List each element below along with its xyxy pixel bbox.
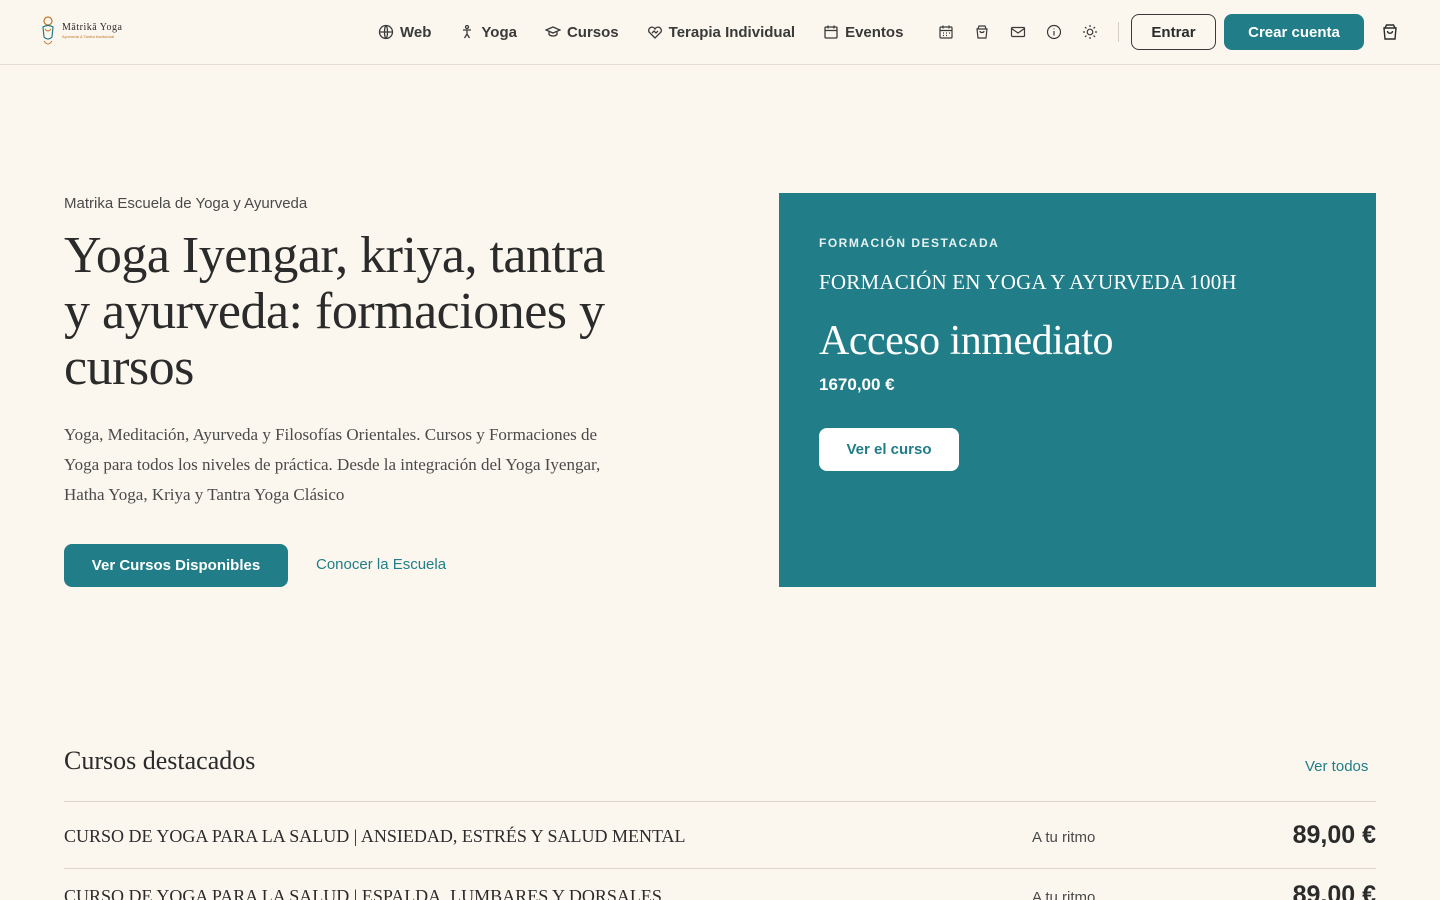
info-icon[interactable]	[1046, 24, 1062, 40]
brand-logo[interactable]: Mātrikā Yoga Ayurveda & Tantra tradicion…	[40, 15, 122, 47]
nav-label-yoga: Yoga	[481, 23, 517, 41]
know-school-link[interactable]: Conocer la Escuela	[316, 556, 446, 573]
calendar-icon	[824, 25, 838, 39]
heart-hand-icon	[647, 26, 662, 39]
nav-label-eventos: Eventos	[845, 23, 904, 41]
person-icon	[463, 24, 472, 39]
nav-item-terapia[interactable]: Terapia Individual	[647, 24, 795, 41]
view-course-button[interactable]: Ver el curso	[819, 428, 959, 471]
graduation-cap-icon	[544, 26, 561, 37]
hero-eyebrow: Matrika Escuela de Yoga y Ayurveda	[64, 195, 308, 212]
view-all-link[interactable]: Ver todos	[1305, 758, 1368, 775]
signup-button[interactable]: Crear cuenta	[1224, 14, 1364, 50]
course-row[interactable]: CURSO DE YOGA PARA LA SALUD | ESPALDA, L…	[64, 862, 1376, 900]
login-button[interactable]: Entrar	[1131, 14, 1216, 50]
main-nav: Web Yoga Cursos Terapia Individual Event…	[378, 20, 931, 44]
featured-courses-title: Cursos destacados	[64, 746, 256, 775]
nav-label-web: Web	[400, 23, 432, 41]
calendar-icon[interactable]	[938, 24, 954, 40]
site-header: Mātrikā Yoga Ayurveda & Tantra tradicion…	[0, 0, 1440, 65]
sun-icon[interactable]	[1082, 24, 1098, 40]
hero-description: Yoga, Meditación, Ayurveda y Filosofías …	[64, 425, 601, 504]
course-name: CURSO DE YOGA PARA LA SALUD | ANSIEDAD, …	[64, 826, 686, 846]
featured-course-card: FORMACIÓN DESTACADA FORMACIÓN EN YOGA Y …	[779, 193, 1376, 587]
card-eyebrow: FORMACIÓN DESTACADA	[819, 236, 1000, 250]
brand-tagline: Ayurveda & Tantra tradicional	[62, 34, 115, 39]
view-courses-button[interactable]: Ver Cursos Disponibles	[64, 544, 288, 587]
shopping-bag-icon[interactable]	[974, 24, 990, 40]
nav-item-yoga[interactable]: Yoga	[459, 24, 517, 41]
course-pace: A tu ritmo	[1032, 829, 1096, 846]
mail-icon[interactable]	[1010, 24, 1026, 40]
cart-icon[interactable]	[1381, 23, 1399, 41]
course-pace: A tu ritmo	[1032, 889, 1096, 900]
card-price: 1670,00 €	[819, 375, 895, 394]
card-course-title: FORMACIÓN EN YOGA Y AYURVEDA 100H	[819, 270, 1237, 294]
globe-icon	[378, 24, 394, 40]
logo-mark-icon	[42, 16, 54, 45]
nav-label-terapia: Terapia Individual	[668, 23, 796, 41]
course-name: CURSO DE YOGA PARA LA SALUD | ESPALDA, L…	[64, 886, 662, 900]
hero-title: Yoga Iyengar, kriya, tantra y ayurveda: …	[64, 227, 605, 396]
brand-name: Mātrikā Yoga	[62, 22, 123, 33]
course-price: 89,00 €	[1292, 881, 1376, 900]
nav-item-web[interactable]: Web	[378, 24, 431, 41]
nav-label-cursos: Cursos	[566, 23, 619, 41]
card-access-label: Acceso inmediato	[819, 318, 1114, 364]
nav-item-cursos[interactable]: Cursos	[544, 23, 619, 41]
header-divider	[1118, 22, 1119, 42]
nav-item-eventos[interactable]: Eventos	[823, 24, 903, 41]
course-row[interactable]: CURSO DE YOGA PARA LA SALUD | ANSIEDAD, …	[64, 802, 1376, 868]
course-price: 89,00 €	[1292, 821, 1376, 849]
